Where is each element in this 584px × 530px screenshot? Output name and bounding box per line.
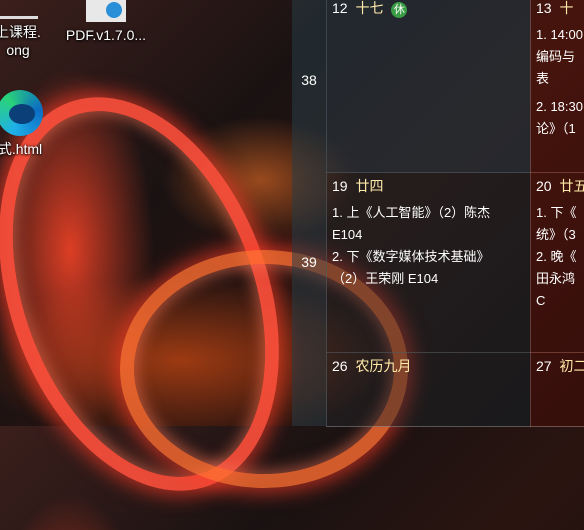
desktop-icon-course[interactable]: 上课程. ong [0, 0, 66, 59]
desktop-icon-label: 上课程. [0, 24, 41, 40]
desktop-icon-pdf[interactable]: PDF.v1.7.0... [58, 0, 154, 44]
event-text[interactable]: 2. 下《数字媒体技术基础》 [326, 246, 530, 268]
event-text: （2）王荣刚 E104 [332, 271, 439, 286]
event-text[interactable]: 1. 上《人工智能》（2）陈杰 [326, 202, 530, 224]
desktop-icon-label: ong [6, 42, 30, 58]
lunar-date: 农历九月 [355, 358, 412, 374]
day-header: 12 十七 休 [326, 0, 530, 18]
desktop-icon-label: PDF.v1.7.0... [65, 27, 147, 43]
day-header: 26 农历九月 [326, 352, 530, 376]
lunar-date: 廿五 [559, 178, 584, 194]
day-cell[interactable]: 20 廿五 1. 下《 统》（3 2. 晚《 田永鸿C [530, 172, 584, 353]
day-header: 20 廿五 [530, 172, 584, 196]
event-text[interactable]: 1. 下《 [530, 202, 584, 224]
day-number: 26 [332, 358, 348, 374]
day-cell[interactable]: 26 农历九月 [326, 352, 531, 427]
week-number-column: 38 39 [292, 0, 327, 426]
event-text: E104 [332, 227, 363, 242]
file-icon [0, 0, 38, 19]
desktop-icon-label: 式.html [0, 141, 43, 157]
event-text: 论》（1 [536, 121, 576, 136]
edge-browser-icon [0, 90, 43, 136]
lunar-date: 廿四 [355, 178, 384, 194]
day-header: 27 初二 [530, 352, 584, 376]
event-text: 1. 14:00 [536, 27, 583, 42]
calendar-widget: 38 39 12 十七 休 13 十 1. 14:00 编码与表 2. 18:3… [292, 0, 584, 427]
day-cell[interactable]: 12 十七 休 [326, 0, 531, 173]
day-number: 12 [332, 0, 348, 16]
pdf-app-icon [86, 0, 126, 22]
week-number: 38 [301, 72, 317, 88]
lunar-date: 初二 [559, 358, 584, 374]
event-text: 田永鸿C [536, 271, 576, 308]
day-number: 13 [536, 0, 552, 16]
day-number: 27 [536, 358, 552, 374]
day-number: 19 [332, 178, 348, 194]
event-text[interactable]: 2. 晚《 [530, 246, 584, 268]
day-number: 20 [536, 178, 552, 194]
day-cell[interactable]: 27 初二 [530, 352, 584, 427]
day-header: 19 廿四 [326, 172, 530, 196]
lunar-date: 十 [559, 0, 574, 16]
day-header: 13 十 [530, 0, 584, 18]
event-text: 编码与表 [536, 49, 576, 86]
event-text: 统》（3 [536, 227, 576, 242]
holiday-badge: 休 [391, 2, 408, 18]
lunar-date: 十七 [355, 0, 384, 16]
desktop-icon-html[interactable]: 式.html [0, 90, 68, 158]
event-text: 2. 18:30 [536, 99, 583, 114]
day-cell[interactable]: 19 廿四 1. 上《人工智能》（2）陈杰 E104 2. 下《数字媒体技术基础… [326, 172, 531, 353]
week-number: 39 [301, 254, 317, 270]
day-cell[interactable]: 13 十 1. 14:00 编码与表 2. 18:30 论》（1 [530, 0, 584, 173]
